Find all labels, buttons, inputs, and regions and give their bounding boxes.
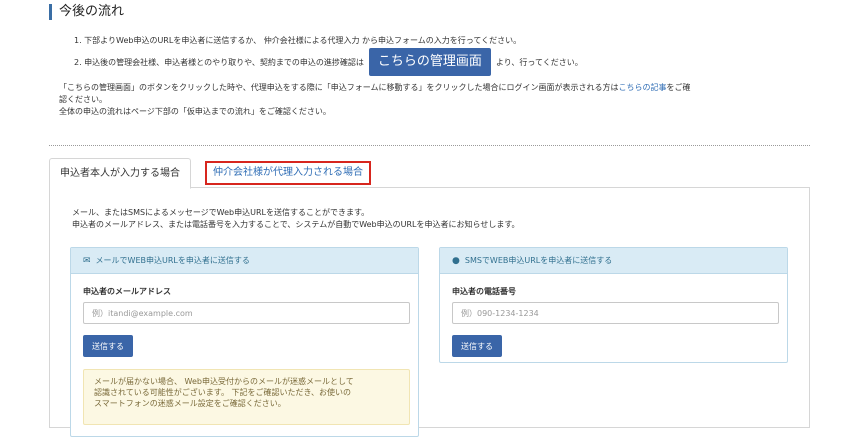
step-1-text: 1. 下部よりWeb申込のURLを申込者に送信するか、 仲介会社様による代理入力… — [74, 35, 522, 45]
input-mode-tabs: 申込者本人が入力する場合 仲介会社様が代理入力される場合 — [49, 158, 810, 189]
notes-line-1: 「こちらの管理画面」のボタンをクリックした時や、代理申込をする際に「申込フォーム… — [59, 82, 804, 94]
mail-card-title: メールでWEB申込URLを申込者に送信する — [95, 255, 250, 265]
sms-card-title: SMSでWEB申込URLを申込者に送信する — [464, 255, 613, 265]
sms-send-card: ● SMSでWEB申込URLを申込者に送信する 申込者の電話番号 送信する — [439, 247, 788, 363]
phone-field-label: 申込者の電話番号 — [452, 287, 516, 296]
speech-bubble-icon: ● — [452, 255, 460, 266]
step-2-suffix: より、行ってください。 — [495, 57, 583, 67]
divider — [49, 145, 810, 146]
tab-proxy-input[interactable]: 仲介会社様が代理入力される場合 — [205, 161, 371, 185]
notes-line-2: 認ください。 — [59, 95, 107, 104]
warning-line-1: メールが届かない場合、 Web申込受付からのメールが迷惑メールとして — [94, 377, 354, 386]
mail-card-header: ✉ メールでWEB申込URLを申込者に送信する — [71, 248, 418, 274]
spam-warning: メールが届かない場合、 Web申込受付からのメールが迷惑メールとして 認識されて… — [83, 369, 410, 425]
article-link[interactable]: こちらの記事 — [619, 83, 667, 92]
panel-description: メール、またはSMSによるメッセージでWeb申込URLを送信することができます。… — [72, 207, 520, 231]
notes: 「こちらの管理画面」のボタンをクリックした時や、代理申込をする際に「申込フォーム… — [59, 82, 804, 118]
envelope-icon: ✉ — [83, 255, 91, 266]
mail-send-card: ✉ メールでWEB申込URLを申込者に送信する 申込者のメールアドレス 送信する… — [70, 247, 419, 437]
phone-field[interactable] — [452, 302, 779, 324]
description-line-1: メール、またはSMSによるメッセージでWeb申込URLを送信することができます。 — [72, 208, 370, 217]
email-field[interactable] — [83, 302, 410, 324]
send-email-button[interactable]: 送信する — [83, 335, 133, 357]
warning-line-2: 認識されている可能性がございます。 下記をご確認いただき、お使いの — [94, 388, 351, 397]
step-1: 1. 下部よりWeb申込のURLを申込者に送信するか、 仲介会社様による代理入力… — [74, 33, 583, 47]
steps-list: 1. 下部よりWeb申込のURLを申込者に送信するか、 仲介会社様による代理入力… — [74, 33, 583, 77]
management-screen-button[interactable]: こちらの管理画面 — [368, 48, 491, 76]
step-2-prefix: 2. 申込後の管理会社様、申込者様とのやり取りや、契約までの申込の進捗確認は — [74, 57, 364, 67]
sms-card-header: ● SMSでWEB申込URLを申込者に送信する — [440, 248, 787, 274]
notes-text-end: をご確 — [666, 83, 691, 92]
section-title: 今後の流れ — [49, 4, 124, 20]
email-field-label: 申込者のメールアドレス — [83, 287, 171, 296]
notes-text: 「こちらの管理画面」のボタンをクリックした時や、代理申込をする際に「申込フォーム… — [59, 83, 619, 92]
step-2: 2. 申込後の管理会社様、申込者様とのやり取りや、契約までの申込の進捗確認は こ… — [74, 47, 583, 77]
send-sms-button[interactable]: 送信する — [452, 335, 502, 357]
notes-line-3: 全体の申込の流れはページ下部の「仮申込までの流れ」をご確認ください。 — [59, 107, 331, 116]
description-line-2: 申込者のメールアドレス、または電話番号を入力することで、システムが自動でWeb申… — [72, 220, 520, 229]
tab-self-input[interactable]: 申込者本人が入力する場合 — [49, 158, 191, 189]
warning-line-3: スマートフォンの迷惑メール設定をご確認ください。 — [94, 399, 286, 408]
